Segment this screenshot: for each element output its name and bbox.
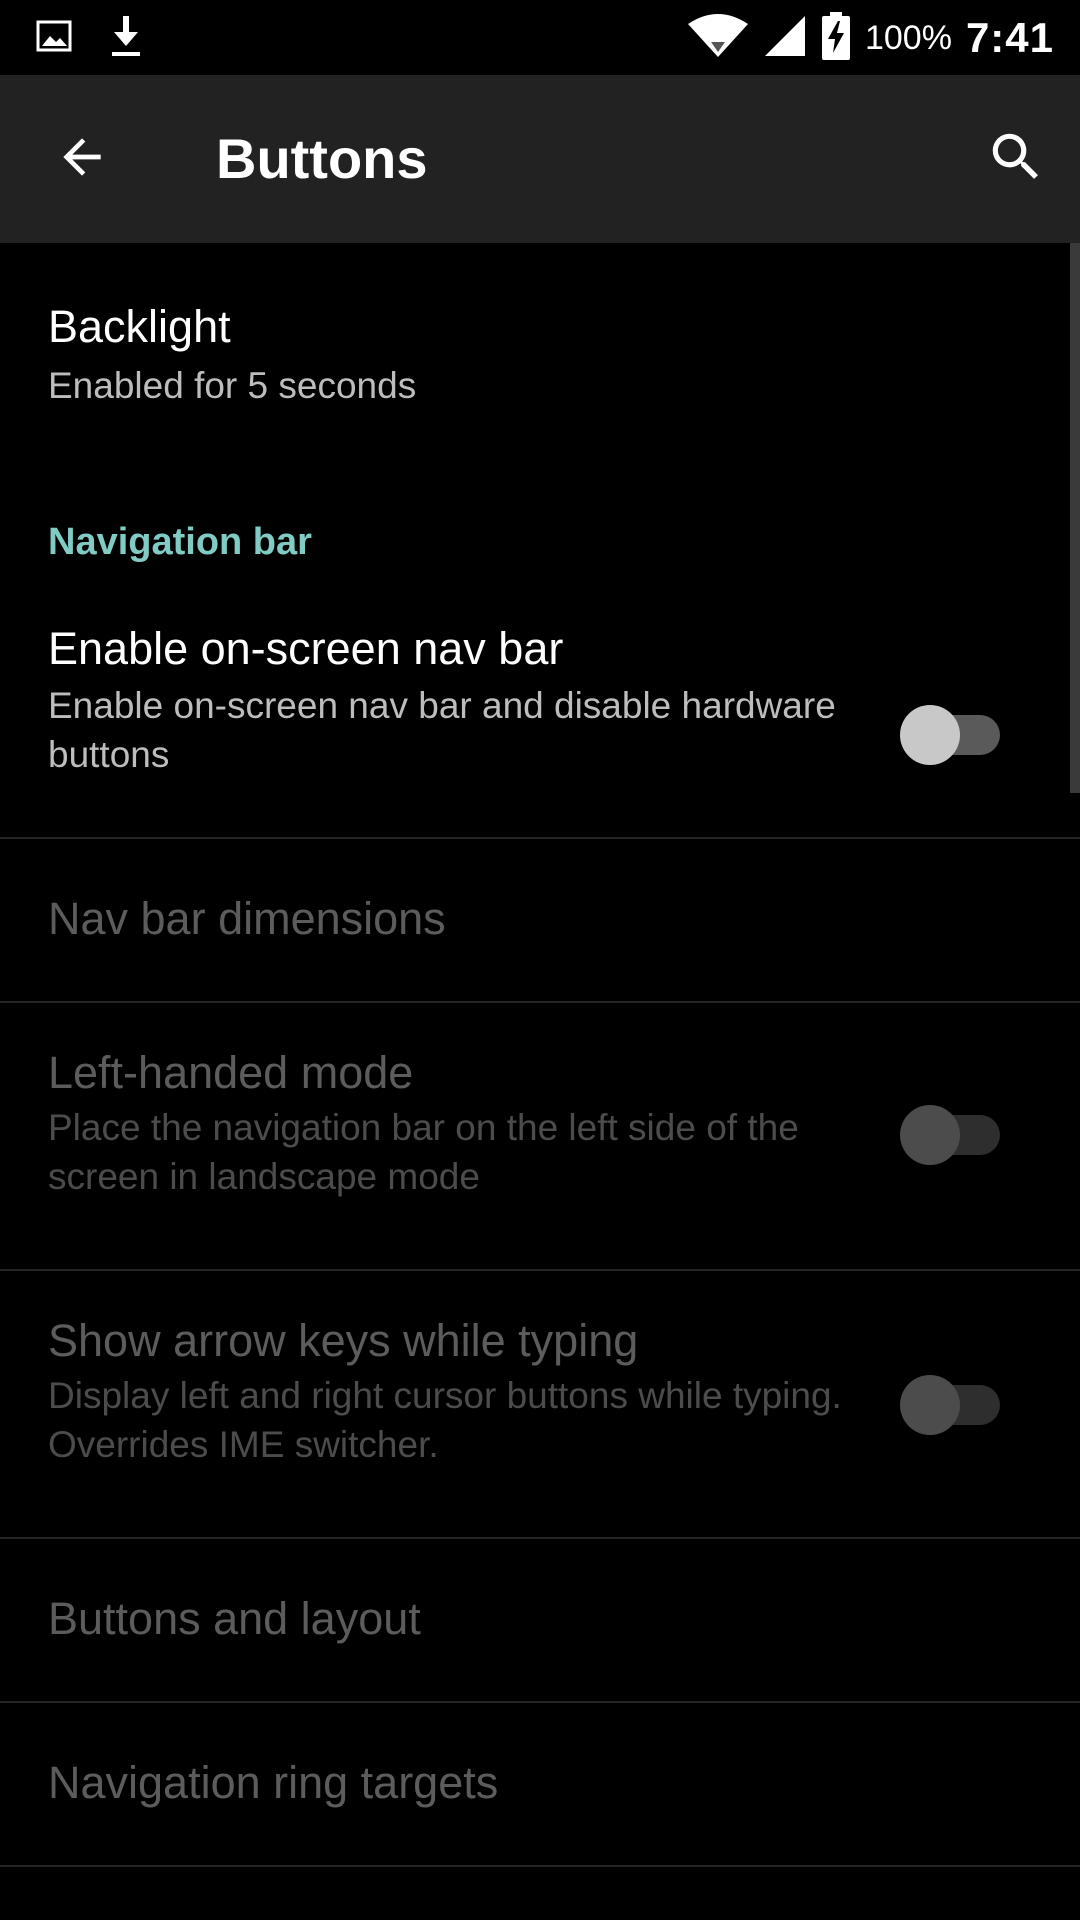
cell-signal-icon: [763, 14, 807, 63]
toggle-thumb: [900, 705, 960, 765]
pref-enable-nav-bar-summary: Enable on-screen nav bar and disable har…: [48, 685, 836, 775]
pref-nav-bar-dimensions[interactable]: Nav bar dimensions: [0, 839, 1080, 1001]
pref-backlight-summary: Enabled for 5 seconds: [48, 365, 417, 406]
pref-show-arrow-keys-title: Show arrow keys while typing: [48, 1315, 639, 1366]
toggle-thumb: [900, 1375, 960, 1435]
scrollbar[interactable]: [1070, 243, 1080, 793]
pref-buttons-and-layout[interactable]: Buttons and layout: [0, 1539, 1080, 1701]
wifi-icon: [687, 13, 749, 63]
left-handed-mode-toggle[interactable]: [900, 1105, 1004, 1165]
download-notification-icon: [108, 14, 144, 63]
category-navigation-bar: Navigation bar: [48, 521, 312, 563]
pref-left-handed-mode[interactable]: Left-handed mode Place the navigation ba…: [0, 1003, 1080, 1269]
pref-navigation-ring-targets-title: Navigation ring targets: [48, 1757, 499, 1808]
pref-backlight-title: Backlight: [48, 301, 231, 352]
page-title: Buttons: [216, 127, 428, 190]
arrow-back-icon: [54, 129, 110, 190]
preferences-list: Backlight Enabled for 5 seconds Navigati…: [0, 243, 1080, 1920]
pref-buttons-and-layout-title: Buttons and layout: [48, 1593, 421, 1644]
pref-nav-bar-dimensions-title: Nav bar dimensions: [48, 893, 446, 944]
pref-backlight[interactable]: Backlight Enabled for 5 seconds: [0, 243, 1080, 456]
back-button[interactable]: [44, 121, 120, 197]
app-bar: Buttons: [0, 75, 1080, 243]
clock: 7:41: [965, 14, 1054, 61]
search-icon: [985, 126, 1047, 193]
pref-left-handed-mode-summary: Place the navigation bar on the left sid…: [48, 1107, 799, 1197]
toggle-thumb: [900, 1105, 960, 1165]
status-bar: 100% 7:41: [0, 0, 1080, 75]
pref-navigation-ring-targets[interactable]: Navigation ring targets: [0, 1703, 1080, 1865]
pref-enable-nav-bar-title: Enable on-screen nav bar: [48, 623, 564, 674]
show-arrow-keys-toggle[interactable]: [900, 1375, 1004, 1435]
enable-nav-bar-toggle[interactable]: [900, 705, 1004, 765]
pref-show-arrow-keys[interactable]: Show arrow keys while typing Display lef…: [0, 1271, 1080, 1537]
battery-charging-icon: [821, 11, 851, 66]
divider: [0, 1865, 1080, 1867]
search-button[interactable]: [978, 121, 1054, 197]
pref-show-arrow-keys-summary: Display left and right cursor buttons wh…: [48, 1375, 842, 1465]
pref-left-handed-mode-title: Left-handed mode: [48, 1047, 414, 1098]
image-notification-icon: [36, 18, 72, 59]
battery-percentage: 100%: [864, 18, 952, 57]
